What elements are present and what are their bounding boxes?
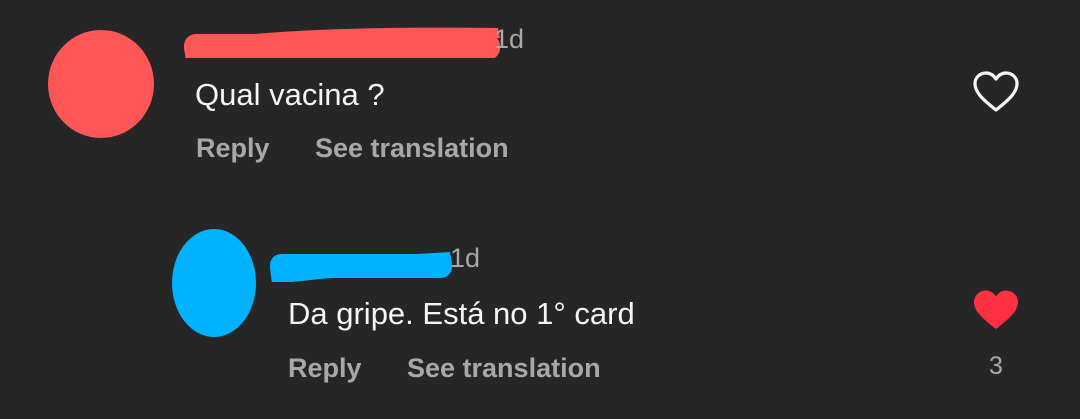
avatar[interactable] [48,30,154,138]
comment-text: Qual vacina ? [195,77,385,112]
username-redaction [184,27,500,58]
comment-timestamp: 1d [494,24,525,54]
reply-button[interactable]: Reply [196,133,270,164]
heart-filled-icon[interactable] [972,288,1020,332]
comment-text: Da gripe. Está no 1° card [288,296,635,331]
see-translation-button[interactable]: See translation [315,133,509,164]
reply-button[interactable]: Reply [288,353,362,384]
comment-timestamp: 1d [450,243,481,273]
avatar[interactable] [172,229,256,337]
comment: 1d Qual vacina ? Reply See translation [0,0,1080,200]
username-redaction [270,252,452,282]
reply-comment: 1d Da gripe. Está no 1° card Reply See t… [0,220,1080,419]
like-count: 3 [989,352,1003,380]
see-translation-button[interactable]: See translation [407,353,601,384]
heart-outline-icon[interactable] [972,70,1020,114]
